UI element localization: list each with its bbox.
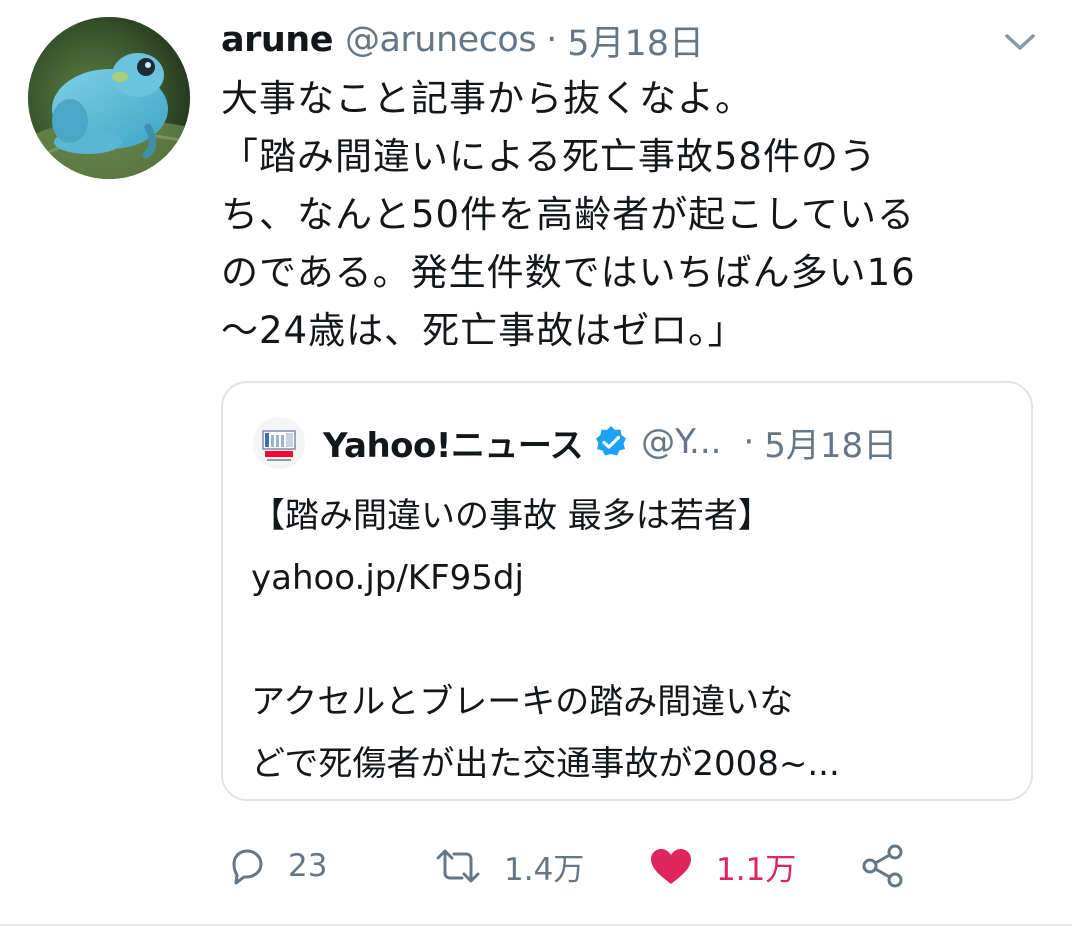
quoted-date: 5月18日: [764, 425, 898, 466]
tweet-text-line: のである。発生件数ではいちばん多い16: [221, 251, 916, 294]
author-display-name[interactable]: arune: [221, 20, 333, 60]
tweet-header: arune @arunecos · 5月18日: [221, 16, 704, 64]
quoted-text-line: アクセルとブレーキの踏み間違いな: [251, 682, 794, 722]
header-separator: ·: [546, 20, 558, 60]
quoted-handle: @Y...: [641, 422, 722, 462]
tweet-text-line: 「踏み間違いによる死亡事故58件のう: [221, 135, 877, 178]
like-count: 1.1万: [716, 851, 797, 888]
share-icon: [860, 843, 906, 889]
reply-icon: [226, 846, 266, 886]
quoted-blank-line: [251, 609, 1011, 671]
tweet-text-line: 大事なこと記事から抜くなよ。: [221, 77, 753, 120]
heart-icon: [648, 846, 694, 886]
quoted-headline: 【踏み間違いの事故 最多は若者】: [251, 496, 772, 536]
quoted-display-name: Yahoo!ニュース: [323, 425, 584, 466]
like-button[interactable]: 1.1万: [648, 838, 796, 894]
tweet-text-line: ち、なんと50件を高齢者が起こしている: [221, 193, 915, 236]
tweet-actions: 23 1.4万 1.1万: [226, 838, 926, 894]
reply-button[interactable]: 23: [226, 838, 327, 894]
quoted-header-separator: ·: [743, 422, 755, 462]
quoted-text-line: どで死傷者が出た交通事故が2008~...: [251, 744, 840, 784]
tweet-text: 大事なこと記事から抜くなよ。 「踏み間違いによる死亡事故58件のう ち、なんと5…: [221, 70, 1051, 360]
share-button[interactable]: [860, 838, 906, 894]
retweet-button[interactable]: 1.4万: [434, 838, 584, 894]
retweet-count: 1.4万: [504, 851, 585, 888]
verified-badge-icon: [593, 424, 629, 460]
quoted-link[interactable]: yahoo.jp/KF95dj: [251, 547, 1011, 609]
quoted-header: Yahoo!ニュース @Y... · 5月18日: [323, 417, 897, 467]
author-handle[interactable]: @arunecos: [345, 20, 537, 60]
tweet-date[interactable]: 5月18日: [567, 15, 704, 66]
tweet-text-line: 〜24歳は、死亡事故はゼロ。」: [221, 309, 746, 352]
reply-count: 23: [288, 848, 328, 884]
quoted-text: 【踏み間違いの事故 最多は若者】 yahoo.jp/KF95dj アクセルとブレ…: [251, 485, 1011, 795]
quoted-tweet-card[interactable]: Yahoo!ニュース @Y... · 5月18日 【踏み間違いの事故 最多は若者…: [221, 381, 1033, 801]
quoted-author-avatar: [253, 417, 305, 469]
author-avatar[interactable]: [28, 17, 190, 179]
tweet[interactable]: arune @arunecos · 5月18日 大事なこと記事から抜くなよ。 「…: [0, 0, 1072, 926]
retweet-icon: [434, 846, 482, 886]
chevron-down-icon[interactable]: [1002, 30, 1038, 54]
